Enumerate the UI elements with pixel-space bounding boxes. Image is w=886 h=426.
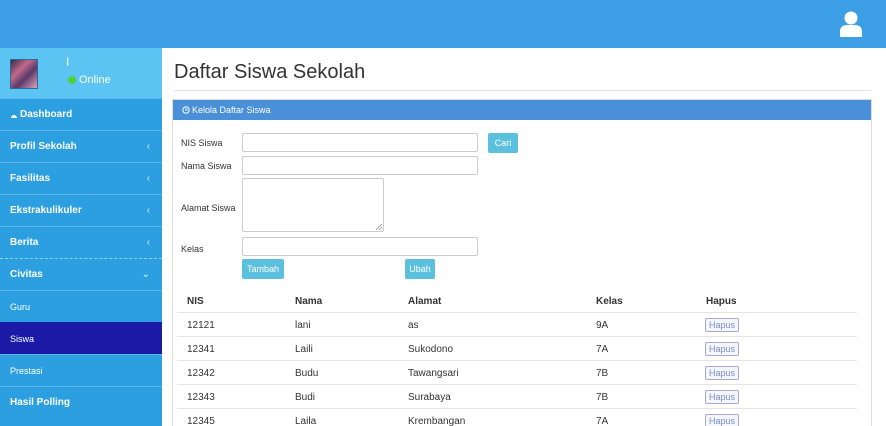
sidebar-subitem-label: Siswa (10, 333, 35, 344)
hapus-button[interactable]: Hapus (705, 366, 739, 380)
cell-kelas: 9A (596, 320, 609, 331)
sidebar-item-label: Berita (10, 237, 39, 248)
cell-nis: 12121 (187, 320, 215, 331)
sidebar-item-label: Profil Sekolah (10, 141, 77, 152)
column-header-nis: NIS (187, 296, 204, 307)
hapus-button[interactable]: Hapus (705, 414, 739, 426)
sidebar-item-hasil-polling[interactable]: Hasil Polling (0, 386, 162, 418)
sidebar-item-label: Dashboard (20, 109, 73, 120)
cell-kelas: 7A (596, 344, 609, 355)
online-status: Online (68, 74, 111, 86)
panel-title: Kelola Daftar Siswa (192, 105, 271, 115)
status-dot-icon (68, 76, 76, 84)
chevron-left-icon: ‹ (146, 205, 150, 216)
kelas-label: Kelas (181, 244, 204, 254)
column-header-alamat: Alamat (408, 296, 442, 307)
resize-handle-icon[interactable] (376, 224, 382, 230)
sidebar-item-dashboard[interactable]: Dashboard (0, 98, 162, 130)
cell-alamat: Tawangsari (408, 368, 459, 379)
status-label: Online (79, 74, 111, 86)
top-navbar (0, 0, 886, 48)
sidebar-item-label: Civitas (10, 269, 43, 280)
table-row: 12341 Laili Sukodono 7A Hapus (177, 336, 857, 360)
ubah-button[interactable]: Ubah (405, 259, 435, 279)
nama-label: Nama Siswa (181, 161, 232, 171)
column-header-hapus: Hapus (706, 296, 737, 307)
sidebar-item-label: Ekstrakulikuler (10, 205, 82, 216)
cell-kelas: 7A (596, 416, 609, 426)
user-panel: I Online (0, 48, 162, 98)
page-title: Daftar Siswa Sekolah (174, 61, 366, 83)
cell-alamat: Surabaya (408, 392, 451, 403)
hapus-button[interactable]: Hapus (705, 318, 739, 332)
sidebar: I Online Dashboard Profil Sekolah ‹ Fasi… (0, 48, 162, 426)
table-row: 12121 lani as 9A Hapus (177, 312, 857, 336)
cell-nis: 12343 (187, 392, 215, 403)
dashboard-icon (11, 114, 17, 118)
cell-kelas: 7B (596, 368, 609, 379)
sidebar-item-fasilitas[interactable]: Fasilitas ‹ (0, 162, 162, 194)
title-divider (174, 90, 871, 91)
table-row: 12343 Budi Surabaya 7B Hapus (177, 384, 857, 408)
cell-nis: 12341 (187, 344, 215, 355)
chevron-left-icon: ‹ (146, 237, 150, 248)
cell-alamat: as (408, 320, 419, 331)
nis-input[interactable] (242, 133, 478, 152)
kelas-input[interactable] (242, 237, 478, 256)
table-row: 12342 Budu Tawangsari 7B Hapus (177, 360, 857, 384)
tambah-button[interactable]: Tambah (242, 259, 284, 279)
sidebar-item-berita[interactable]: Berita ‹ (0, 226, 162, 258)
chevron-left-icon: ‹ (146, 141, 150, 152)
table-row: 12345 Laila Krembangan 7A Hapus (177, 408, 857, 426)
hapus-button[interactable]: Hapus (705, 342, 739, 356)
sidebar-item-profil-sekolah[interactable]: Profil Sekolah ‹ (0, 130, 162, 162)
alamat-label: Alamat Siswa (181, 203, 236, 213)
cell-nis: 12342 (187, 368, 215, 379)
cell-alamat: Krembangan (408, 416, 466, 426)
cell-nis: 12345 (187, 416, 215, 426)
chevron-down-icon: ⌄ (141, 269, 150, 280)
sidebar-item-label: Hasil Polling (10, 397, 71, 408)
column-header-kelas: Kelas (596, 296, 623, 307)
column-header-nama: Nama (295, 296, 323, 307)
nis-label: NIS Siswa (181, 138, 223, 148)
cari-button[interactable]: Cari (488, 133, 518, 153)
cell-nama: Budu (295, 368, 319, 379)
cell-alamat: Sukodono (408, 344, 454, 355)
nama-input[interactable] (242, 156, 478, 175)
sidebar-item-ekstrakulikuler[interactable]: Ekstrakulikuler ‹ (0, 194, 162, 226)
clock-icon (182, 106, 190, 114)
chevron-left-icon: ‹ (146, 173, 150, 184)
hapus-button[interactable]: Hapus (705, 390, 739, 404)
sidebar-item-civitas[interactable]: Civitas ⌄ (0, 258, 162, 290)
sidebar-subitem-siswa[interactable]: Siswa (0, 322, 162, 354)
user-name: I (66, 55, 70, 69)
sidebar-subitem-guru[interactable]: Guru (0, 290, 162, 322)
cell-nama: lani (295, 320, 311, 331)
cell-kelas: 7B (596, 392, 609, 403)
cell-nama: Laili (295, 344, 313, 355)
cell-nama: Laila (295, 416, 317, 426)
panel-header: Kelola Daftar Siswa (173, 100, 871, 120)
alamat-textarea[interactable] (242, 178, 384, 232)
user-icon[interactable] (840, 11, 862, 37)
sidebar-subitem-prestasi[interactable]: Prestasi (0, 354, 162, 386)
sidebar-subitem-label: Prestasi (10, 365, 43, 376)
avatar (10, 59, 38, 89)
sidebar-item-label: Fasilitas (10, 173, 51, 184)
sidebar-subitem-label: Guru (10, 301, 31, 312)
cell-nama: Budi (295, 392, 316, 403)
